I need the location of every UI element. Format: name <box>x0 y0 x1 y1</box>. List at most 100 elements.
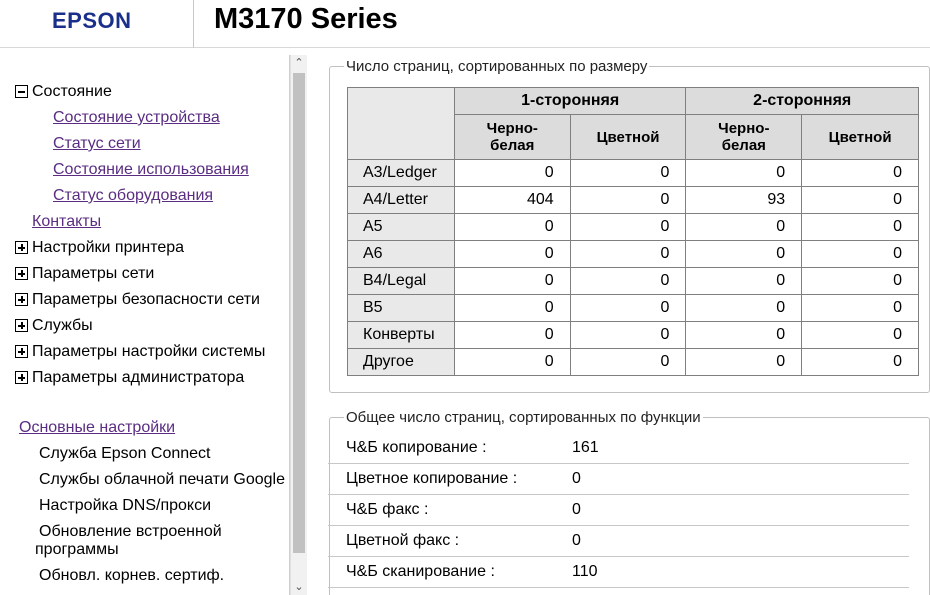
cell-value: 0 <box>801 213 919 241</box>
col-group-one-sided: 1-сторонняя <box>453 87 687 115</box>
row-size-label: A4/Letter <box>347 186 455 214</box>
sidebar-item-google-cloud-print[interactable]: Службы облачной печати Google <box>39 470 285 490</box>
list-item: Цветной факс : 0 <box>328 526 909 557</box>
function-value: 110 <box>572 563 598 580</box>
table-row: B4/Legal 0 0 0 0 <box>347 267 919 295</box>
sidebar-group-system-settings[interactable]: Параметры настройки системы <box>32 342 265 362</box>
plus-box-icon[interactable] <box>15 319 28 332</box>
cell-value: 0 <box>569 267 687 295</box>
function-value: 0 <box>572 470 581 487</box>
cell-value: 93 <box>685 186 803 214</box>
sidebar-basic-settings[interactable]: Основные настройки <box>19 418 175 438</box>
sidebar-item-network-status[interactable]: Статус сети <box>53 134 141 154</box>
cell-value: 0 <box>685 348 803 376</box>
cell-value: 0 <box>685 267 803 295</box>
sidebar-item-contacts[interactable]: Контакты <box>32 212 101 232</box>
function-label: Ч&Б копирование : <box>346 439 487 456</box>
table-row: A6 0 0 0 0 <box>347 240 919 268</box>
function-section-title: Общее число страниц, сортированных по фу… <box>346 409 701 426</box>
list-item: Цветное копирование : 0 <box>328 464 909 495</box>
app-header: EPSON M3170 Series <box>0 0 930 48</box>
col-header-color: Цветной <box>569 114 687 160</box>
main-content: Число страниц, сортированных по размеру … <box>312 55 930 595</box>
sidebar-group-status[interactable]: Состояние <box>32 82 112 102</box>
col-header-bw: Черно-белая <box>685 114 803 160</box>
size-counts-table: 1-сторонняя 2-сторонняя Черно-белая Цвет… <box>347 87 919 376</box>
cell-value: 0 <box>569 321 687 349</box>
cell-value: 0 <box>453 294 571 322</box>
table-row: Конверты 0 0 0 0 <box>347 321 919 349</box>
row-size-label: Конверты <box>347 321 455 349</box>
list-item: Ч&Б сканирование : 110 <box>328 557 909 588</box>
col-header-bw-line1: Черно- <box>486 120 538 137</box>
plus-box-icon[interactable] <box>15 293 28 306</box>
cell-value: 0 <box>453 213 571 241</box>
col-header-color: Цветной <box>801 114 919 160</box>
sidebar-item-root-cert-update[interactable]: Обновл. корнев. сертиф. <box>39 566 224 586</box>
cell-value: 0 <box>801 240 919 268</box>
row-size-label: A5 <box>347 213 455 241</box>
table-row: B5 0 0 0 0 <box>347 294 919 322</box>
cell-value: 0 <box>453 159 571 187</box>
list-item: Ч&Б копирование : 161 <box>328 433 909 464</box>
sidebar-item-epson-connect[interactable]: Служба Epson Connect <box>39 444 211 464</box>
cell-value: 0 <box>685 294 803 322</box>
table-row: Другое 0 0 0 0 <box>347 348 919 376</box>
function-value: 161 <box>572 439 599 456</box>
scrollbar-thumb[interactable] <box>293 73 305 553</box>
cell-value: 0 <box>569 240 687 268</box>
row-size-label: A3/Ledger <box>347 159 455 187</box>
sidebar-group-admin-settings[interactable]: Параметры администратора <box>32 368 244 388</box>
sidebar-group-services[interactable]: Службы <box>32 316 93 336</box>
sidebar-item-dns-proxy[interactable]: Настройка DNS/прокси <box>39 496 211 516</box>
cell-value: 0 <box>801 159 919 187</box>
cell-value: 0 <box>801 348 919 376</box>
cell-value: 0 <box>453 240 571 268</box>
cell-value: 0 <box>801 321 919 349</box>
row-size-label: B4/Legal <box>347 267 455 295</box>
col-header-bw: Черно-белая <box>453 114 571 160</box>
col-header-bw-line2: белая <box>490 137 535 154</box>
plus-box-icon[interactable] <box>15 241 28 254</box>
minus-box-icon[interactable] <box>15 85 28 98</box>
cell-value: 404 <box>453 186 571 214</box>
page-title: M3170 Series <box>214 3 398 35</box>
cell-value: 0 <box>801 294 919 322</box>
epson-logo: EPSON <box>52 8 132 33</box>
sidebar-item-hardware-status[interactable]: Статус оборудования <box>53 186 213 206</box>
col-header-bw-line2: белая <box>721 137 766 154</box>
sidebar-group-network-security[interactable]: Параметры безопасности сети <box>32 290 260 310</box>
cell-value: 0 <box>453 267 571 295</box>
function-label: Цветное копирование : <box>346 470 518 487</box>
sidebar-item-firmware-update-line2[interactable]: программы <box>35 540 119 560</box>
table-row: A5 0 0 0 0 <box>347 213 919 241</box>
chevron-down-icon[interactable]: ⌄ <box>291 579 307 595</box>
plus-box-icon[interactable] <box>15 371 28 384</box>
table-corner-cell <box>347 87 455 160</box>
chevron-up-icon[interactable]: ⌃ <box>291 55 307 71</box>
cell-value: 0 <box>685 240 803 268</box>
plus-box-icon[interactable] <box>15 345 28 358</box>
row-size-label: Другое <box>347 348 455 376</box>
list-item: Ч&Б факс : 0 <box>328 495 909 526</box>
sidebar-item-firmware-update[interactable]: Обновление встроенной <box>39 522 222 542</box>
cell-value: 0 <box>685 321 803 349</box>
sidebar-scrollbar[interactable]: ⌃ ⌄ <box>290 55 307 595</box>
cell-value: 0 <box>569 186 687 214</box>
sidebar-group-network-settings[interactable]: Параметры сети <box>32 264 154 284</box>
cell-value: 0 <box>801 186 919 214</box>
plus-box-icon[interactable] <box>15 267 28 280</box>
cell-value: 0 <box>685 159 803 187</box>
sidebar-group-printer-settings[interactable]: Настройки принтера <box>32 238 184 258</box>
function-value: 0 <box>572 501 581 518</box>
cell-value: 0 <box>569 213 687 241</box>
sidebar-item-device-status[interactable]: Состояние устройства <box>53 108 220 128</box>
sidebar-item-usage-status[interactable]: Состояние использования <box>53 160 249 180</box>
cell-value: 0 <box>569 348 687 376</box>
cell-value: 0 <box>569 294 687 322</box>
sidebar: Состояние Состояние устройства Статус се… <box>0 55 290 595</box>
cell-value: 0 <box>453 321 571 349</box>
table-row: A3/Ledger 0 0 0 0 <box>347 159 919 187</box>
row-size-label: B5 <box>347 294 455 322</box>
col-header-bw-line1: Черно- <box>718 120 770 137</box>
